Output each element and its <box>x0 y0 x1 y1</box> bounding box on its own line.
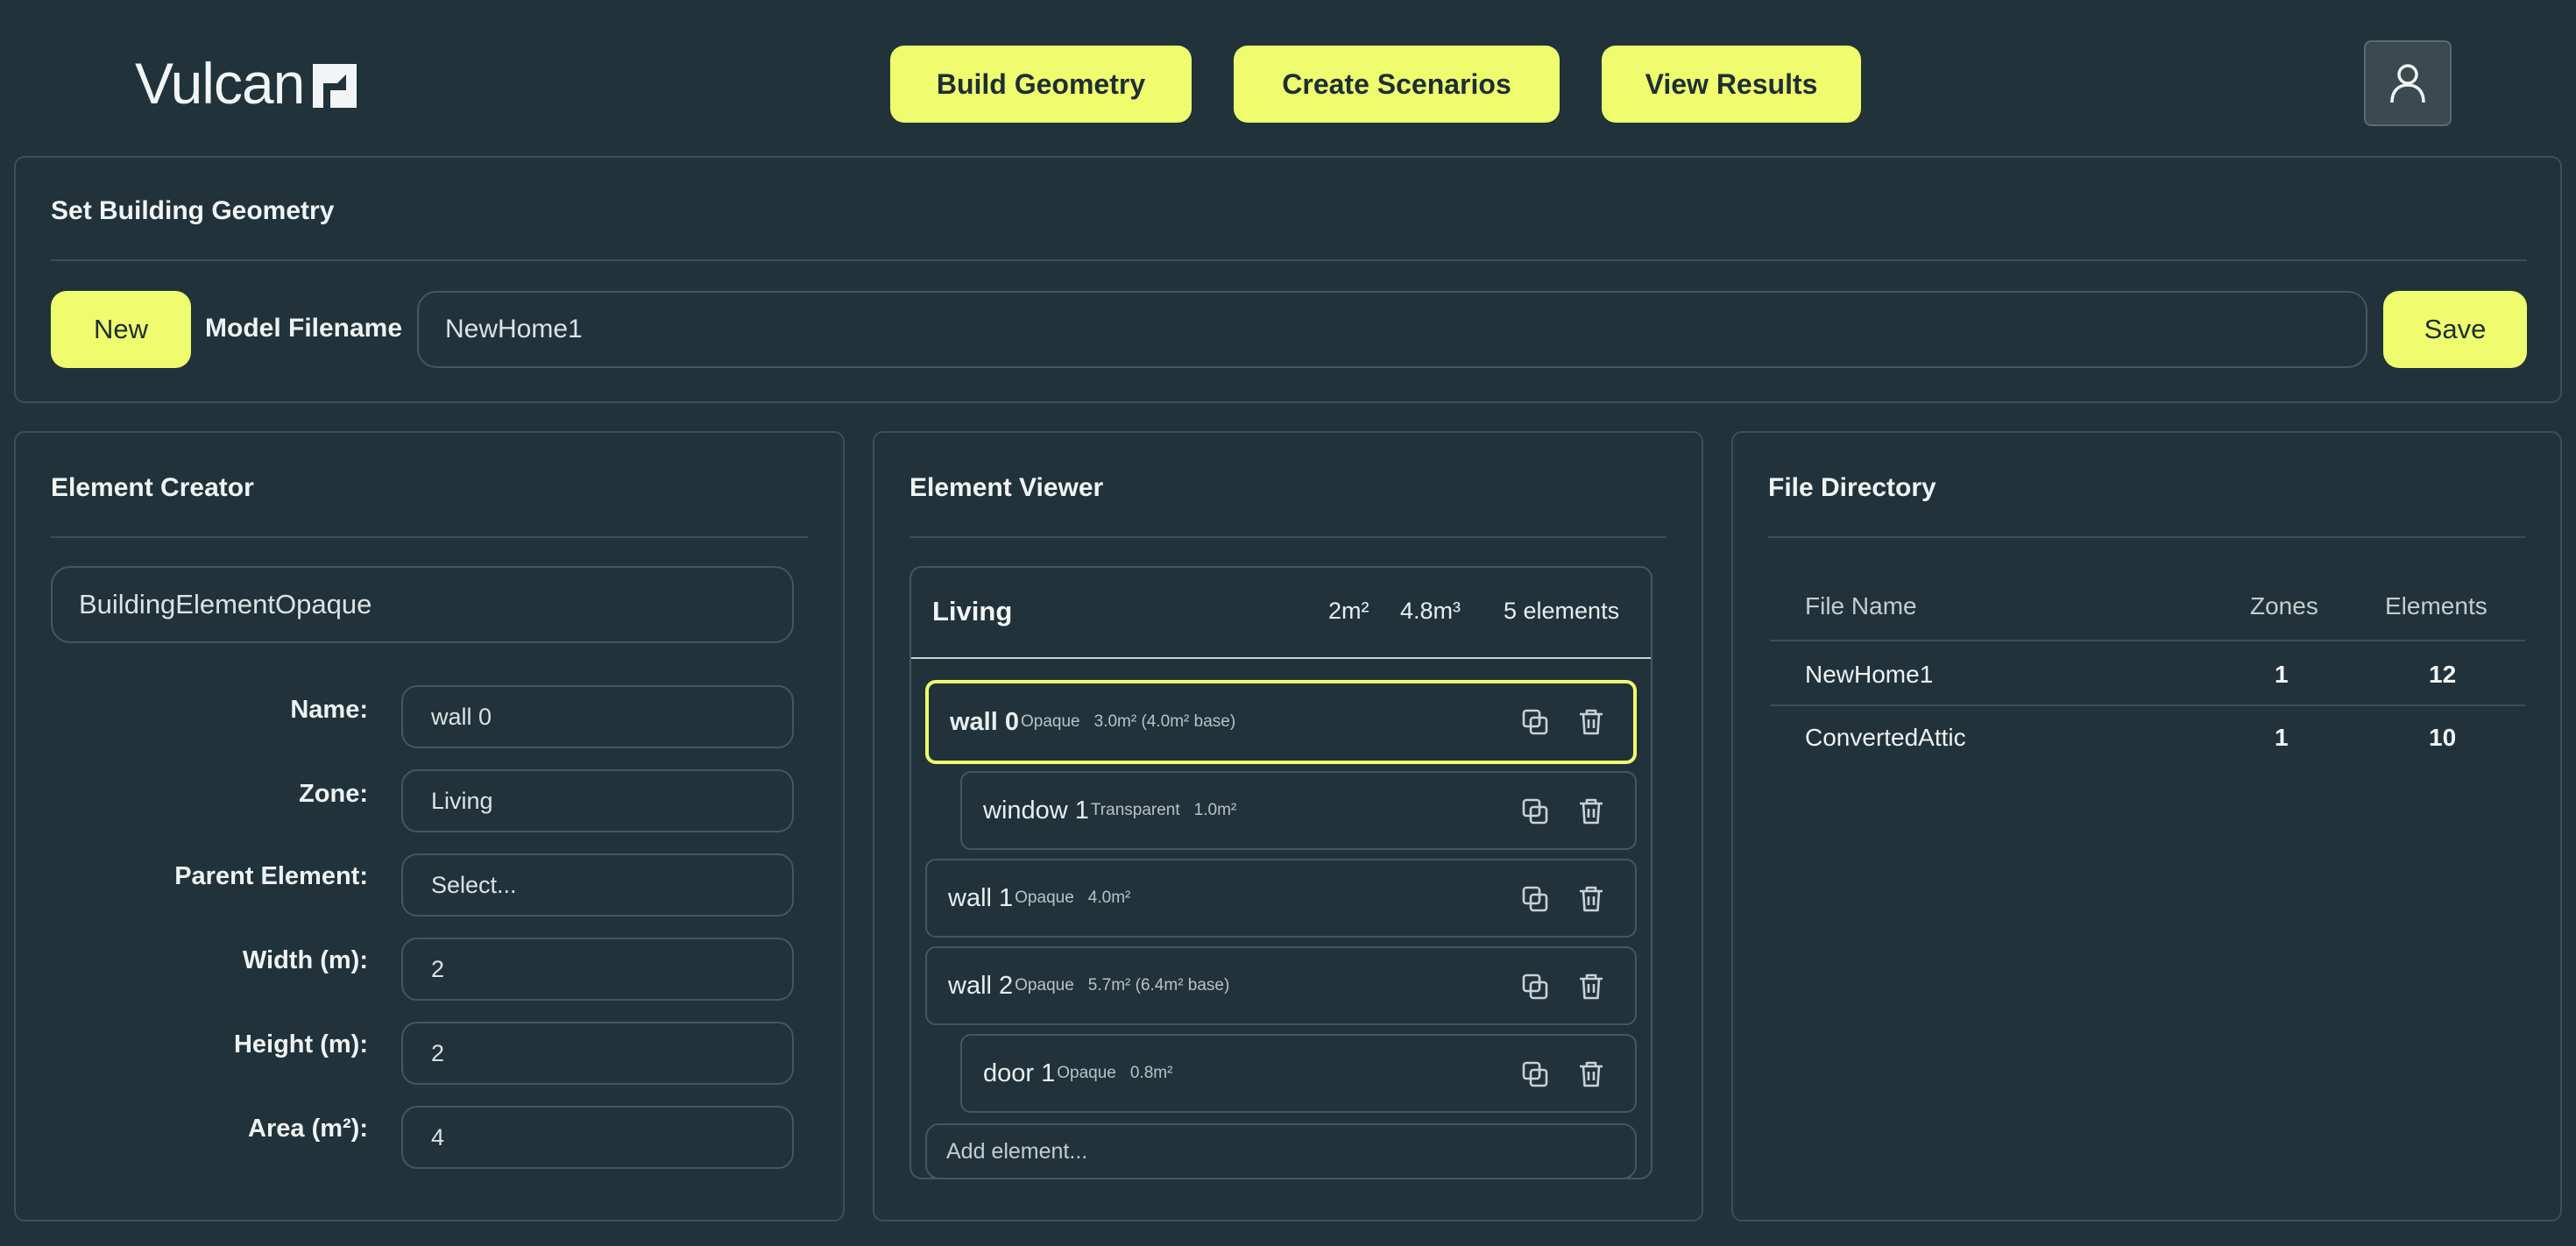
area-label: Area (m²): <box>248 1115 368 1143</box>
file-table: File Name Zones Elements NewHome1 1 12 C… <box>1770 566 2525 759</box>
column-zones: Zones <box>2250 592 2318 619</box>
trash-icon[interactable] <box>1574 794 1609 829</box>
divider <box>51 536 808 538</box>
name-value: wall 0 <box>431 703 492 730</box>
element-name: window 1 <box>983 796 1089 825</box>
element-type-select[interactable]: BuildingElementOpaque <box>51 566 794 643</box>
panel-title: Element Creator <box>51 473 254 502</box>
form-labels: Name: Zone: Parent Element: Width (m): H… <box>51 683 368 1192</box>
divider <box>909 536 1667 538</box>
element-area: 5.7m² (6.4m² base) <box>1087 976 1230 995</box>
table-row[interactable]: ConvertedAttic 1 10 <box>1770 708 2525 771</box>
zone-input[interactable]: Living <box>401 769 794 832</box>
duplicate-icon[interactable] <box>1518 794 1553 829</box>
divider <box>1768 536 2525 538</box>
element-area: 1.0m² <box>1193 801 1237 819</box>
divider <box>51 259 2527 261</box>
trash-icon[interactable] <box>1574 881 1609 917</box>
element-name: wall 1 <box>948 883 1014 912</box>
element-area: 3.0m² (4.0m² base) <box>1093 712 1236 731</box>
panel-title: File Directory <box>1768 473 1936 502</box>
height-input[interactable]: 2 <box>401 1022 794 1085</box>
column-elements: Elements <box>2385 592 2488 619</box>
zone-card-living[interactable]: Living 2m² 4.8m³ 5 elements wall 0 Opaqu… <box>909 566 1652 1179</box>
building-geometry-panel: Set Building Geometry New Model Filename… <box>14 156 2562 403</box>
name-label: Name: <box>290 696 368 724</box>
create-scenarios-button[interactable]: Create Scenarios <box>1234 46 1560 123</box>
zones-cell: 1 <box>2275 724 2289 751</box>
duplicate-icon[interactable] <box>1518 881 1553 917</box>
elements-cell: 12 <box>2429 661 2457 688</box>
add-element-placeholder: Add element... <box>946 1138 1088 1164</box>
element-row-wall-2[interactable]: wall 2 Opaque 5.7m² (6.4m² base) <box>925 946 1637 1025</box>
zone-label: Zone: <box>299 780 368 808</box>
logo-mark-icon <box>313 64 357 108</box>
table-row[interactable]: NewHome1 1 12 <box>1770 643 2525 706</box>
element-row-wall-1[interactable]: wall 1 Opaque 4.0m² <box>925 859 1637 938</box>
zone-area: 2m² <box>1328 598 1369 624</box>
element-type: Opaque <box>1015 888 1074 907</box>
logo-text: Vulcan <box>135 51 305 116</box>
trash-icon[interactable] <box>1574 969 1609 1004</box>
save-button[interactable]: Save <box>2383 291 2527 368</box>
parent-element-value: Select... <box>431 871 517 898</box>
duplicate-icon[interactable] <box>1518 1057 1553 1092</box>
column-file-name: File Name <box>1805 592 1917 619</box>
element-type: Opaque <box>1015 976 1074 995</box>
element-area: 4.0m² <box>1087 888 1131 907</box>
elements-cell: 10 <box>2429 724 2457 751</box>
file-name-cell: ConvertedAttic <box>1805 724 1966 751</box>
vulcan-logo[interactable]: Vulcan <box>135 54 357 112</box>
zone-element-count: 5 elements <box>1504 598 1620 624</box>
trash-icon[interactable] <box>1574 1057 1609 1092</box>
panel-title: Set Building Geometry <box>51 196 335 225</box>
element-type: Opaque <box>1057 1064 1116 1082</box>
file-name-cell: NewHome1 <box>1805 661 1934 688</box>
area-input[interactable]: 4 <box>401 1106 794 1169</box>
element-type-value: BuildingElementOpaque <box>79 589 372 619</box>
name-input[interactable]: wall 0 <box>401 685 794 748</box>
view-results-button[interactable]: View Results <box>1602 46 1861 123</box>
trash-icon[interactable] <box>1574 704 1609 740</box>
table-header: File Name Zones Elements <box>1770 566 2525 641</box>
build-geometry-button[interactable]: Build Geometry <box>890 46 1192 123</box>
model-filename-value: NewHome1 <box>445 315 583 343</box>
element-name: door 1 <box>983 1058 1056 1087</box>
panel-title: Element Viewer <box>909 473 1104 502</box>
element-row-wall-0[interactable]: wall 0 Opaque 3.0m² (4.0m² base) <box>925 680 1637 764</box>
element-creator-panel: Element Creator BuildingElementOpaque Na… <box>14 431 845 1221</box>
model-filename-input[interactable]: NewHome1 <box>417 291 2367 368</box>
add-element-input[interactable]: Add element... <box>925 1123 1637 1178</box>
model-filename-label: Model Filename <box>205 314 403 343</box>
zone-header[interactable]: Living 2m² 4.8m³ 5 elements <box>911 568 1651 659</box>
element-type: Opaque <box>1021 712 1080 731</box>
element-area: 0.8m² <box>1129 1064 1173 1082</box>
element-row-window-1[interactable]: window 1 Transparent 1.0m² <box>960 771 1637 850</box>
user-icon <box>2390 64 2425 103</box>
new-model-button[interactable]: New <box>51 291 191 368</box>
area-value: 4 <box>431 1123 445 1150</box>
element-type: Transparent <box>1090 801 1180 819</box>
element-name: wall 2 <box>948 971 1014 1000</box>
element-name: wall 0 <box>950 707 1019 736</box>
width-input[interactable]: 2 <box>401 938 794 1001</box>
user-account-button[interactable] <box>2364 40 2452 126</box>
duplicate-icon[interactable] <box>1518 969 1553 1004</box>
zone-name: Living <box>932 596 1013 627</box>
parent-element-label: Parent Element: <box>174 862 368 890</box>
file-directory-panel: File Directory File Name Zones Elements … <box>1731 431 2562 1221</box>
height-value: 2 <box>431 1039 445 1066</box>
element-row-door-1[interactable]: door 1 Opaque 0.8m² <box>960 1034 1637 1113</box>
width-value: 2 <box>431 955 445 982</box>
height-label: Height (m): <box>233 1030 368 1058</box>
duplicate-icon[interactable] <box>1518 704 1553 740</box>
width-label: Width (m): <box>242 946 368 974</box>
zone-volume: 4.8m³ <box>1400 598 1461 624</box>
zone-value: Living <box>431 787 493 814</box>
zones-cell: 1 <box>2275 661 2289 688</box>
parent-element-select[interactable]: Select... <box>401 853 794 917</box>
